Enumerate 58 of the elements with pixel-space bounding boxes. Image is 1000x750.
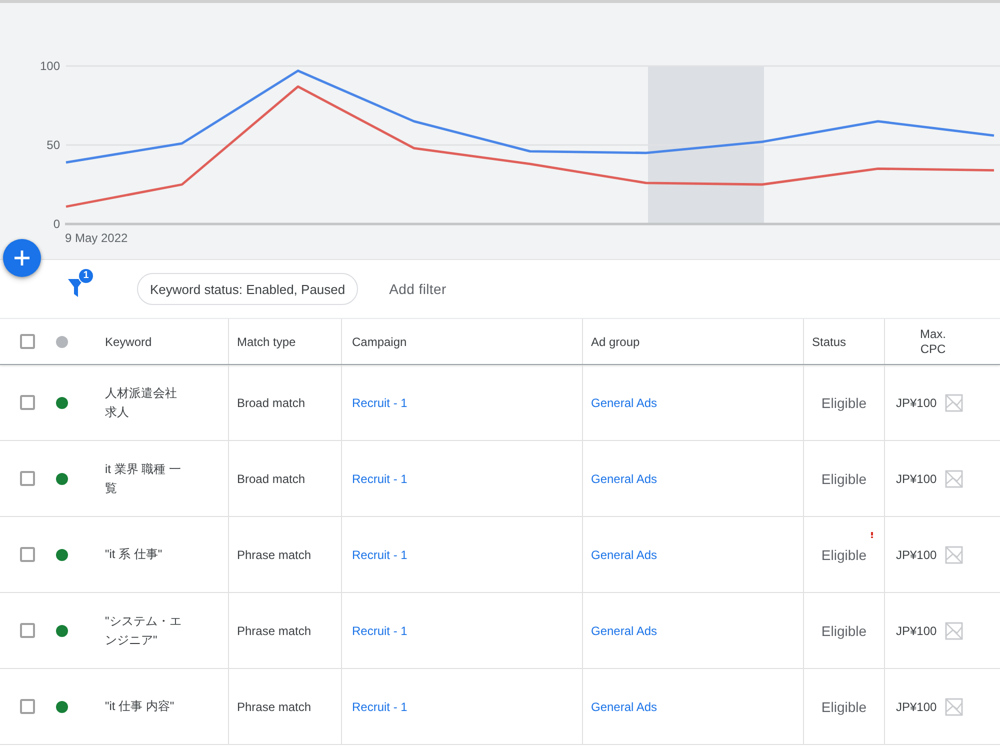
ad-group-link[interactable]: General Ads [591,700,658,714]
match-type-text: Phrase match [237,624,312,638]
match-type-text: Phrase match [237,700,312,714]
filter-chip[interactable]: Keyword status: Enabled, Paused [137,273,358,305]
status-text: Eligible [821,394,867,410]
x-axis-label: 9 May 2022 [65,231,128,245]
keyword-text: "it 系 仕事" [105,546,164,563]
add-button[interactable] [3,239,41,277]
column-header[interactable]: Campaign [352,334,407,348]
status-text: Eligible [821,622,867,638]
checkbox[interactable] [20,471,35,486]
status-text: Eligible [821,698,867,714]
column-header[interactable]: Match type [237,334,296,348]
ad-group-link[interactable]: General Ads [591,396,658,410]
keyword-text: "it 仕事 内容" [105,698,176,715]
status-header-icon [56,336,68,348]
column-header[interactable]: Status [812,334,846,348]
keyword-text: "システム・エンジニア" [105,612,182,648]
keyword-text: it 業界 職種 一覧 [105,460,182,496]
max-cpc-text: JP¥100 [896,396,937,410]
y-axis-label: 100 [40,59,60,73]
y-axis-label: 50 [46,138,60,152]
chart-square-icon[interactable] [944,622,963,640]
filter-count-badge: 1 [79,269,93,283]
column-header[interactable]: Keyword [105,334,152,348]
column-header[interactable]: Ad group [591,334,640,348]
y-axis-label: 0 [53,217,60,231]
max-cpc-text: JP¥100 [896,624,937,638]
campaign-link[interactable]: Recruit - 1 [352,396,408,410]
ad-group-link[interactable]: General Ads [591,624,658,638]
chart-square-icon[interactable] [944,470,963,488]
checkbox[interactable] [20,395,35,410]
chart-square-icon[interactable] [944,546,963,564]
ad-group-link[interactable]: General Ads [591,548,658,562]
status-text: Eligible [821,470,867,486]
match-type-text: Phrase match [237,548,312,562]
checkbox[interactable] [20,334,35,349]
ad-group-link[interactable]: General Ads [591,472,658,486]
checkbox[interactable] [20,623,35,638]
checkbox[interactable] [20,699,35,714]
chart-square-icon[interactable] [944,698,963,716]
campaign-link[interactable]: Recruit - 1 [352,700,408,714]
chart-square-icon[interactable] [944,394,963,412]
max-cpc-text: JP¥100 [896,700,937,714]
max-cpc-text: JP¥100 [896,472,937,486]
status-text: Eligible [821,546,867,562]
campaign-link[interactable]: Recruit - 1 [352,472,408,486]
keyword-text: 人材派遣会社求人 [105,384,178,420]
add-filter-button[interactable]: Add filter [387,277,448,301]
match-type-text: Broad match [237,472,306,486]
filter-icon[interactable] [68,279,84,297]
campaign-link[interactable]: Recruit - 1 [352,548,408,562]
campaign-link[interactable]: Recruit - 1 [352,624,408,638]
match-type-text: Broad match [237,396,306,410]
plus-icon [14,250,30,266]
checkbox[interactable] [20,547,35,562]
max-cpc-text: JP¥100 [896,548,937,562]
column-header[interactable]: Max. CPC [915,326,951,356]
